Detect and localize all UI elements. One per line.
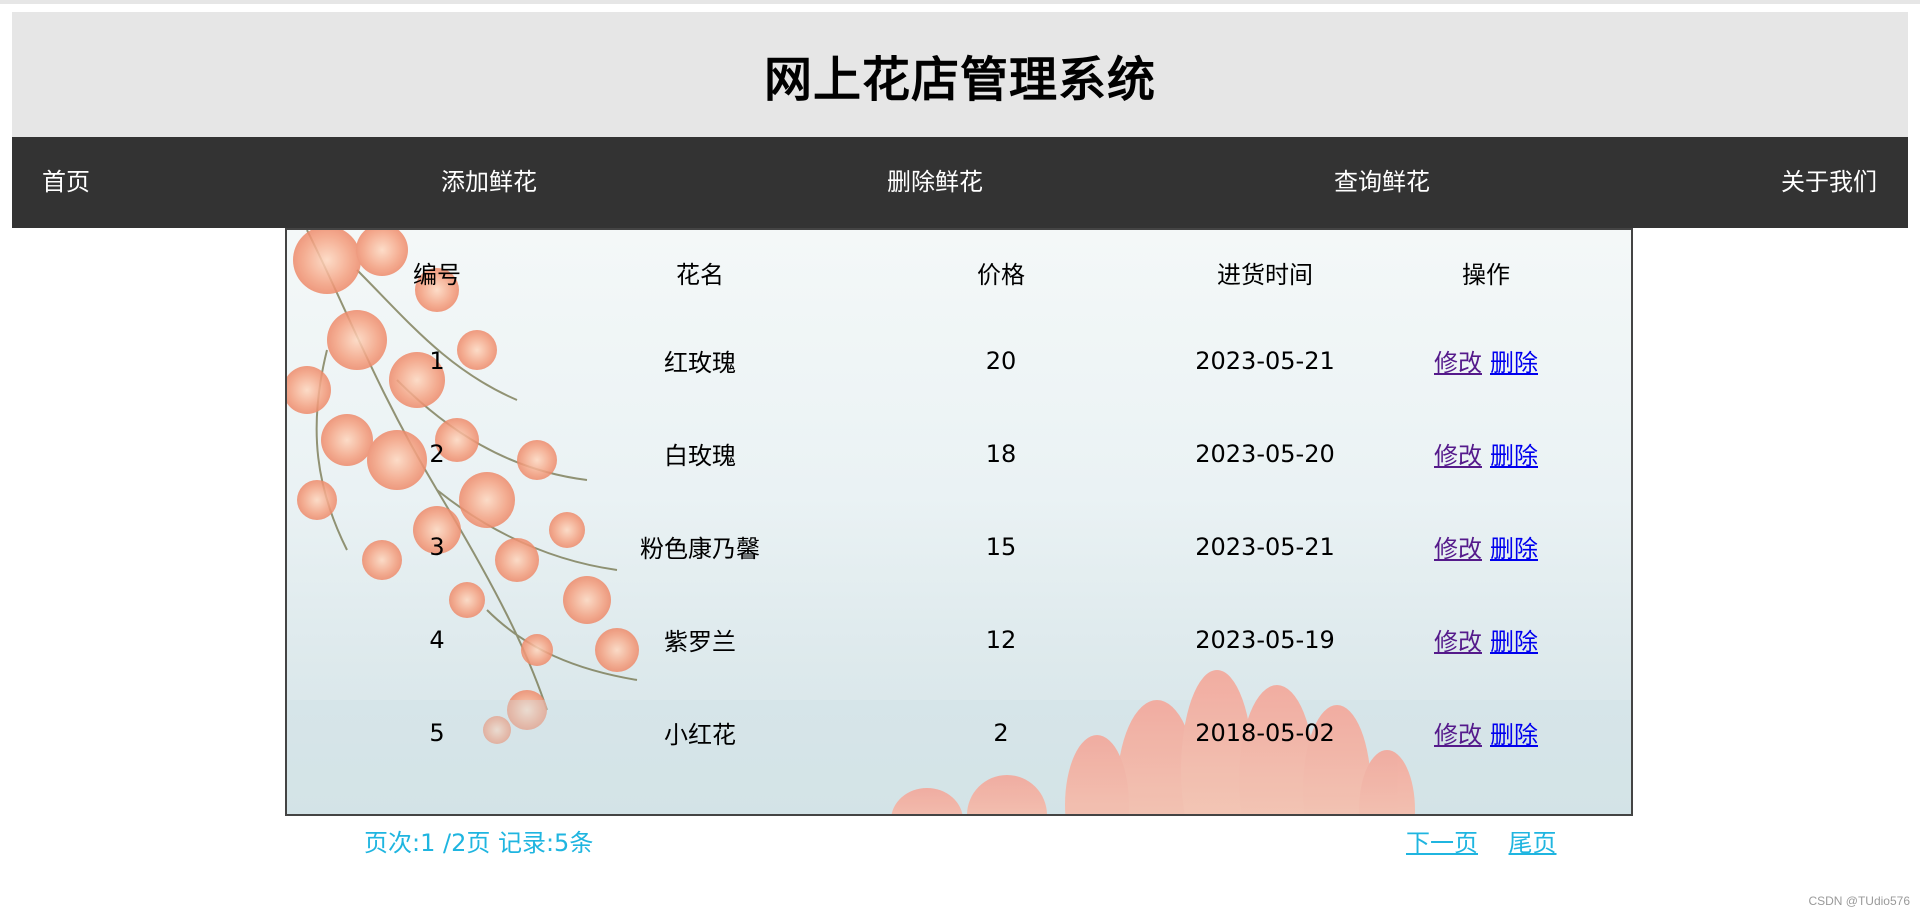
cell-date: 2023-05-21 <box>1195 346 1335 375</box>
cell-date: 2023-05-20 <box>1195 439 1335 468</box>
cell-name: 白玫瑰 <box>664 442 736 470</box>
delete-link[interactable]: 删除 <box>1486 721 1542 749</box>
column-header-actions: 操作 <box>1462 260 1510 289</box>
edit-link[interactable]: 修改 <box>1430 721 1486 749</box>
main-nav: 首页 添加鲜花 删除鲜花 查询鲜花 关于我们 <box>12 137 1908 228</box>
nav-add-flower[interactable]: 添加鲜花 <box>441 137 537 228</box>
pagination-links: 下一页 尾页 <box>1406 823 1557 858</box>
cell-price: 20 <box>985 346 1017 375</box>
nav-home[interactable]: 首页 <box>42 137 90 228</box>
table-row: 3 粉色康乃馨 15 2023-05-21 修改 删除 <box>287 500 1631 593</box>
last-page-link[interactable]: 尾页 <box>1509 829 1557 857</box>
flower-table: 编号 花名 价格 进货时间 操作 1 红玫瑰 20 2023-05-21 修改删… <box>287 230 1631 779</box>
delete-link[interactable]: 删除 <box>1486 628 1542 656</box>
cell-price: 18 <box>985 439 1017 468</box>
cell-name: 粉色康乃馨 <box>640 535 760 563</box>
cell-actions: 修改 删除 <box>1341 407 1631 500</box>
cell-actions: 修改 删除 <box>1341 314 1631 407</box>
flower-list-panel: 编号 花名 价格 进货时间 操作 1 红玫瑰 20 2023-05-21 修改删… <box>285 228 1633 816</box>
pagination-status: 页次:1 /2页 记录:5条 <box>364 829 594 857</box>
column-header-name: 花名 <box>676 260 724 289</box>
cell-price: 12 <box>985 625 1017 654</box>
cell-id: 5 <box>429 718 445 747</box>
nav-delete-flower[interactable]: 删除鲜花 <box>887 137 983 228</box>
cell-name: 红玫瑰 <box>664 349 736 377</box>
cell-name: 紫罗兰 <box>664 628 736 656</box>
nav-query-flower[interactable]: 查询鲜花 <box>1334 137 1430 228</box>
cell-date: 2023-05-19 <box>1195 625 1335 654</box>
cell-actions: 修改 删除 <box>1341 500 1631 593</box>
delete-link[interactable]: 删除 <box>1486 349 1542 377</box>
edit-link[interactable]: 修改 <box>1430 442 1486 470</box>
table-row: 1 红玫瑰 20 2023-05-21 修改 删除 <box>287 314 1631 407</box>
table-header-row: 编号 花名 价格 进货时间 操作 <box>287 230 1631 314</box>
table-row: 5 小红花 2 2018-05-02 修改 删除 <box>287 686 1631 779</box>
delete-link[interactable]: 删除 <box>1486 442 1542 470</box>
nav-about-us[interactable]: 关于我们 <box>1781 137 1877 228</box>
cell-date: 2023-05-21 <box>1195 532 1335 561</box>
delete-link[interactable]: 删除 <box>1486 535 1542 563</box>
next-page-link[interactable]: 下一页 <box>1406 829 1478 857</box>
cell-id: 2 <box>429 439 445 468</box>
column-header-price: 价格 <box>977 260 1025 289</box>
cell-name: 小红花 <box>664 721 736 749</box>
page-header: 网上花店管理系统 <box>12 12 1908 137</box>
table-row: 2 白玫瑰 18 2023-05-20 修改 删除 <box>287 407 1631 500</box>
cell-id: 3 <box>429 532 445 561</box>
cell-actions: 修改 删除 <box>1341 593 1631 686</box>
page-title: 网上花店管理系统 <box>763 51 1156 108</box>
csdn-watermark: CSDN @TUdio576 <box>1808 894 1910 908</box>
cell-actions: 修改 删除 <box>1341 686 1631 779</box>
edit-link[interactable]: 修改 <box>1430 349 1486 377</box>
cell-id: 1 <box>429 346 445 375</box>
edit-link[interactable]: 修改 <box>1430 628 1486 656</box>
column-header-id: 编号 <box>413 260 461 289</box>
cell-price: 15 <box>985 532 1017 561</box>
edit-link[interactable]: 修改 <box>1430 535 1486 563</box>
cell-price: 2 <box>993 718 1009 747</box>
table-row: 4 紫罗兰 12 2023-05-19 修改 删除 <box>287 593 1631 686</box>
top-border-line <box>0 0 1920 4</box>
column-header-date: 进货时间 <box>1217 260 1313 289</box>
cell-id: 4 <box>429 625 445 654</box>
cell-date: 2018-05-02 <box>1195 718 1335 747</box>
